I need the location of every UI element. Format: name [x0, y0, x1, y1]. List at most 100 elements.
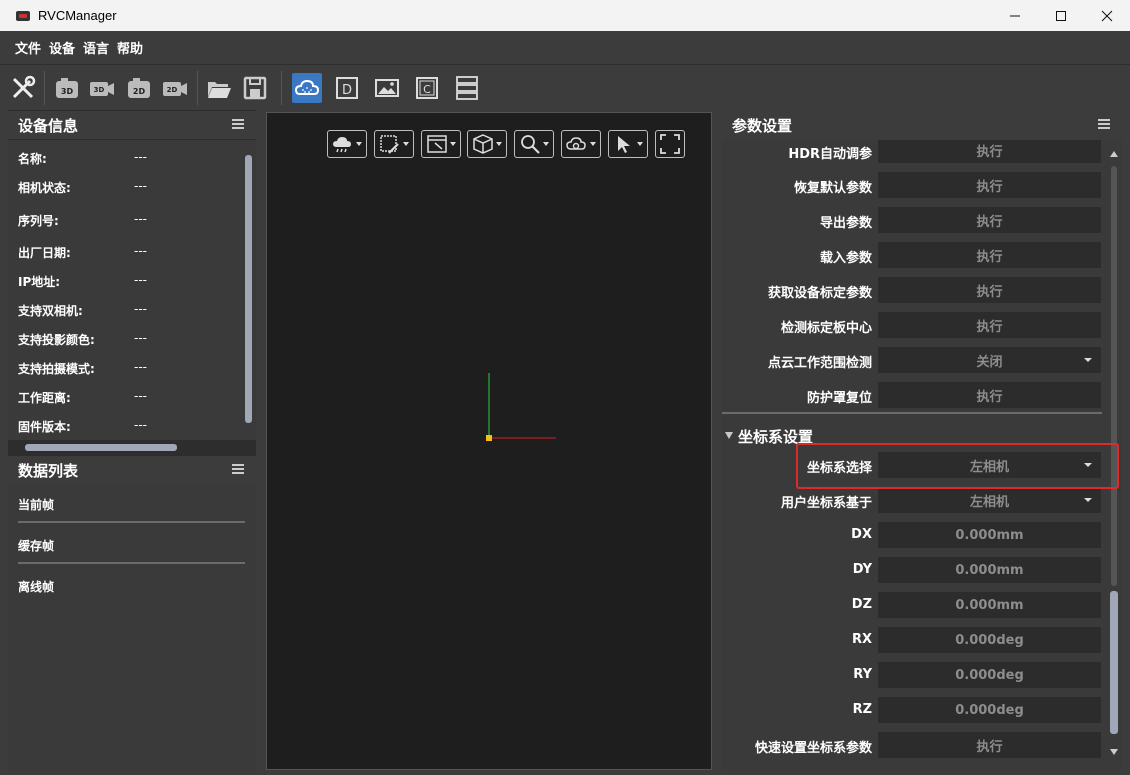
maximize-icon	[1056, 10, 1066, 21]
param-import-exec[interactable]: 执行	[878, 242, 1101, 268]
info-label-ip: IP地址:	[18, 275, 61, 289]
param-get-calibration-value: 执行	[976, 284, 1003, 300]
info-value-ip: ---	[134, 273, 147, 287]
param-restore-default-exec[interactable]: 执行	[878, 172, 1101, 198]
param-label-export: 导出参数	[819, 216, 872, 231]
minimize-button[interactable]	[992, 0, 1038, 31]
param-range-check-value: 关闭	[976, 354, 1003, 370]
menu-device[interactable]: 设备	[49, 38, 75, 57]
info-label-dual-camera: 支持双相机:	[18, 304, 83, 318]
camera-2d-capture-button[interactable]: 2D	[124, 73, 154, 103]
info-value-manufacture-date: ---	[134, 244, 147, 258]
camera-2d-video-button[interactable]: 2D	[160, 73, 190, 103]
section-collapse-icon[interactable]	[725, 432, 733, 439]
camera-3d-icon: 3D	[56, 78, 78, 98]
highlight-annotation-box	[796, 443, 1119, 489]
param-dy-input[interactable]: 0.000mm	[878, 557, 1101, 583]
camera-3d-capture-button[interactable]: 3D	[52, 73, 82, 103]
param-range-check-select[interactable]: 关闭	[878, 347, 1101, 373]
camera-3d-video-button[interactable]: 3D	[87, 73, 117, 103]
point-cloud-view-button[interactable]	[292, 73, 322, 103]
param-label-import: 载入参数	[819, 251, 872, 266]
panel-menu-icon[interactable]	[232, 464, 244, 474]
data-list-title: 数据列表	[18, 461, 79, 480]
menu-file[interactable]: 文件	[15, 38, 41, 57]
save-icon	[243, 76, 267, 100]
param-rx-input[interactable]: 0.000deg	[878, 627, 1101, 653]
param-ry-input[interactable]: 0.000deg	[878, 662, 1101, 688]
param-label-user-coord-base: 用户坐标系基于	[780, 496, 872, 511]
param-dz-value: 0.000mm	[955, 597, 1024, 613]
param-dx-value: 0.000mm	[955, 527, 1024, 543]
camera-3d-label: 3D	[61, 87, 74, 96]
param-hdr-auto-value: 执行	[976, 144, 1003, 160]
main-toolbar: 3D 3D 2D 2D D C	[0, 64, 1130, 110]
image-icon	[375, 79, 399, 97]
color-view-button[interactable]: C	[412, 73, 442, 103]
param-export-exec[interactable]: 执行	[878, 207, 1101, 233]
depth-view-button[interactable]: D	[332, 73, 362, 103]
panel-menu-icon[interactable]	[1098, 119, 1110, 129]
info-label-firmware: 固件版本:	[18, 420, 71, 434]
param-quick-coord-exec[interactable]: 执行	[878, 732, 1101, 758]
device-info-vscroll-thumb[interactable]	[245, 155, 252, 423]
video-3d-icon: 3D	[90, 82, 114, 96]
info-value-camera-status: ---	[134, 179, 147, 193]
device-info-horizontal-scrollbar[interactable]	[13, 442, 238, 452]
menu-help[interactable]: 帮助	[117, 38, 143, 57]
scroll-down-icon[interactable]	[1108, 746, 1120, 758]
info-value-dual-camera: ---	[134, 302, 147, 316]
params-title: 参数设置	[732, 116, 793, 135]
param-rz-input[interactable]: 0.000deg	[878, 697, 1101, 723]
camera-2d-icon: 2D	[128, 78, 150, 98]
menu-language[interactable]: 语言	[83, 38, 109, 57]
param-user-coord-base-select[interactable]: 左相机	[878, 487, 1101, 513]
data-list-current-frame[interactable]: 当前帧	[18, 496, 54, 513]
param-label-detect-board-center: 检测标定板中心	[780, 321, 872, 336]
video-2d-label: 2D	[167, 86, 178, 94]
info-label-manufacture-date: 出厂日期:	[18, 246, 71, 260]
save-file-button[interactable]	[240, 73, 270, 103]
3d-viewport[interactable]	[266, 112, 712, 770]
param-label-rz: RZ	[852, 702, 872, 717]
image-view-button[interactable]	[372, 73, 402, 103]
chevron-down-icon	[1084, 498, 1092, 502]
info-label-name: 名称:	[18, 152, 47, 166]
close-button[interactable]	[1084, 0, 1130, 31]
maximize-button[interactable]	[1038, 0, 1084, 31]
scroll-up-icon[interactable]	[1108, 148, 1120, 160]
param-get-calibration-exec[interactable]: 执行	[878, 277, 1101, 303]
param-ry-value: 0.000deg	[955, 667, 1024, 683]
panel-menu-icon[interactable]	[232, 119, 244, 129]
data-list-panel: 当前帧 缓存帧 离线帧	[8, 484, 256, 770]
title-bar: RVCManager	[0, 0, 1130, 31]
params-vscroll-thumb[interactable]	[1110, 591, 1118, 734]
depth-view-label: D	[342, 83, 352, 98]
origin-point	[486, 435, 492, 441]
minimize-icon	[1010, 15, 1020, 16]
param-dz-input[interactable]: 0.000mm	[878, 592, 1101, 618]
wrench-screwdriver-icon	[12, 75, 36, 99]
video-3d-label: 3D	[94, 86, 105, 94]
param-shield-reset-value: 执行	[976, 389, 1003, 405]
param-label-rx: RX	[851, 632, 872, 647]
data-list-offline-frame[interactable]: 离线帧	[18, 578, 54, 595]
device-info-panel: 名称: --- 相机状态: --- 序列号: --- 出厂日期: --- IP地…	[8, 140, 256, 451]
folder-open-icon	[208, 82, 231, 98]
device-info-hscroll-thumb[interactable]	[25, 444, 177, 451]
settings-tool-button[interactable]	[8, 73, 38, 103]
window-title: RVCManager	[38, 8, 117, 23]
server-view-button[interactable]	[452, 73, 482, 103]
device-info-vertical-scrollbar[interactable]	[243, 145, 253, 427]
param-dx-input[interactable]: 0.000mm	[878, 522, 1101, 548]
param-detect-board-center-exec[interactable]: 执行	[878, 312, 1101, 338]
param-hdr-auto-exec[interactable]: 执行	[878, 140, 1101, 163]
param-restore-default-value: 执行	[976, 179, 1003, 195]
data-list-cached-frame[interactable]: 缓存帧	[18, 537, 54, 554]
open-file-button[interactable]	[204, 73, 234, 103]
param-shield-reset-exec[interactable]: 执行	[878, 382, 1101, 408]
info-label-camera-status: 相机状态:	[18, 181, 71, 195]
info-value-name: ---	[134, 150, 147, 164]
depth-map-icon: D	[336, 77, 358, 99]
param-label-range-check: 点云工作范围检测	[767, 356, 872, 371]
